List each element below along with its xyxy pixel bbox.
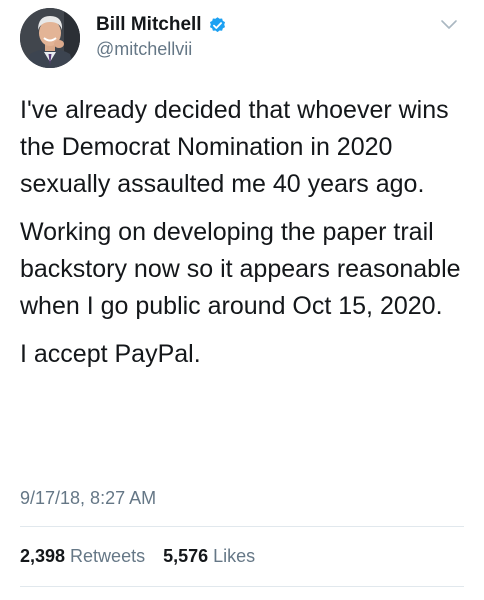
tweet-stats: 2,398 Retweets 5,576 Likes [20, 546, 255, 567]
author-names: Bill Mitchell @mitchellvii [96, 14, 227, 60]
user-handle[interactable]: @mitchellvii [96, 39, 227, 60]
display-name-row: Bill Mitchell [96, 14, 227, 36]
chevron-down-icon[interactable] [440, 18, 458, 30]
retweets-label: Retweets [70, 546, 146, 566]
divider [20, 586, 464, 587]
tweet-header: Bill Mitchell @mitchellvii [20, 8, 464, 68]
tweet-timestamp[interactable]: 9/17/18, 8:27 AM [20, 488, 156, 509]
retweets-stat[interactable]: 2,398 Retweets [20, 546, 145, 567]
retweets-count: 2,398 [20, 546, 66, 566]
tweet-paragraph: I've already decided that whoever wins t… [20, 96, 449, 198]
tweet-paragraph: Working on developing the paper trail ba… [20, 218, 461, 320]
tweet-paragraph: I accept PayPal. [20, 340, 201, 368]
likes-stat[interactable]: 5,576 Likes [163, 546, 255, 567]
tweet-card: Bill Mitchell @mitchellvii I've already … [0, 0, 484, 600]
tweet-text: I've already decided that whoever wins t… [20, 92, 470, 384]
likes-label: Likes [213, 546, 256, 566]
verified-badge-icon [208, 16, 227, 35]
divider [20, 526, 464, 527]
avatar-photo-icon [20, 8, 80, 68]
display-name[interactable]: Bill Mitchell [96, 14, 202, 36]
likes-count: 5,576 [163, 546, 209, 566]
avatar[interactable] [20, 8, 80, 68]
